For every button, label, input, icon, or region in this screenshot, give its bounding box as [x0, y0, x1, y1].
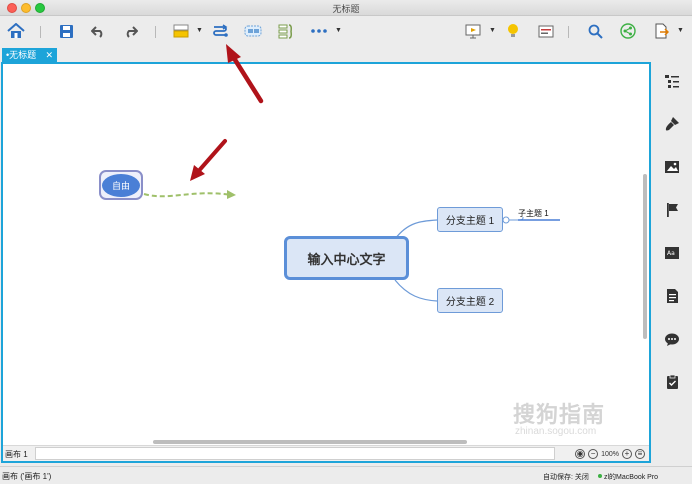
zoom-in-icon[interactable]: +: [622, 449, 632, 459]
topic-style-icon[interactable]: [171, 21, 191, 41]
floating-topic[interactable]: 自由: [99, 170, 143, 200]
sheet-tab-strip[interactable]: [35, 447, 555, 460]
search-icon[interactable]: [585, 21, 605, 41]
app-window: 无标题 ▼ ▼ ▼ ▼ •无标题 ✕ 输入中心文字 分支主题 1 分支主题 2 …: [0, 0, 692, 484]
tab-document[interactable]: •无标题 ✕: [2, 48, 57, 62]
tab-label: •无标题: [6, 50, 37, 60]
subtopic-1[interactable]: 子主题 1: [518, 207, 562, 219]
sheet-bar: 画布 1 ◉ − 100% + ≡: [3, 445, 649, 461]
save-icon[interactable]: [56, 21, 76, 41]
zoom-controls: ◉ − 100% + ≡: [575, 448, 645, 460]
branch-connector: [394, 279, 438, 302]
image-icon[interactable]: [663, 158, 681, 176]
more-icon[interactable]: [309, 21, 329, 41]
online-status-icon: [598, 474, 602, 478]
annotation-arrow-shaft: [194, 139, 227, 176]
zoom-level[interactable]: 100%: [601, 451, 619, 458]
status-bar: 画布 ('画布 1') 自动保存: 关闭 zl的MacBook Pro: [0, 466, 692, 484]
toolbar-separator: [40, 26, 41, 38]
redo-icon[interactable]: [121, 21, 141, 41]
mindmap-canvas[interactable]: 输入中心文字 分支主题 1 分支主题 2 子主题 1 自由 搜狗指南 zhina…: [3, 64, 649, 444]
main-topic-1[interactable]: 分支主题 1: [437, 207, 503, 232]
outline-panel-icon[interactable]: [663, 72, 681, 90]
zoom-out-icon[interactable]: −: [588, 449, 599, 459]
relationship-arrowhead: [227, 190, 236, 199]
toolbar-separator: [568, 26, 569, 38]
format-brush-icon[interactable]: [663, 115, 681, 133]
idea-icon[interactable]: [503, 21, 523, 41]
annotation-arrow-head: [226, 44, 241, 63]
fit-view-icon[interactable]: ◉: [575, 449, 586, 459]
collapse-handle[interactable]: [502, 216, 510, 224]
undo-icon[interactable]: [88, 21, 108, 41]
relationship-line[interactable]: [143, 192, 232, 198]
floating-topic-label: 自由: [102, 173, 140, 197]
text-style-icon[interactable]: Aa: [663, 244, 681, 262]
canvas-frame: 输入中心文字 分支主题 1 分支主题 2 子主题 1 自由 搜狗指南 zhina…: [1, 62, 651, 463]
notes-icon[interactable]: [663, 287, 681, 305]
toolbar: ▼ ▼ ▼ ▼: [0, 16, 692, 46]
relationship-icon[interactable]: [210, 21, 230, 41]
status-autosave[interactable]: 自动保存: 关闭: [543, 472, 589, 482]
presentation-dropdown-icon[interactable]: ▼: [489, 27, 496, 34]
share-icon[interactable]: [618, 21, 638, 41]
topic-style-dropdown-icon[interactable]: ▼: [196, 27, 203, 34]
watermark-logo: 搜狗指南: [513, 402, 606, 427]
sheet-tab[interactable]: 画布 1: [5, 449, 28, 460]
export-icon[interactable]: [651, 21, 671, 41]
home-icon[interactable]: [6, 21, 26, 41]
presentation-icon[interactable]: [463, 21, 483, 41]
svg-text:Aa: Aa: [667, 250, 675, 257]
marker-flag-icon[interactable]: [663, 201, 681, 219]
toolbar-separator: [155, 26, 156, 38]
main-topic-2[interactable]: 分支主题 2: [437, 288, 503, 313]
task-icon[interactable]: [663, 373, 681, 391]
boundary-icon[interactable]: [243, 21, 263, 41]
vertical-scrollbar[interactable]: [643, 174, 647, 339]
horizontal-scrollbar[interactable]: [153, 440, 467, 444]
more-dropdown-icon[interactable]: ▼: [335, 27, 342, 34]
summary-icon[interactable]: [276, 21, 296, 41]
status-sheet-info: 画布 ('画布 1'): [2, 472, 52, 481]
status-user: zl的MacBook Pro: [604, 474, 659, 481]
window-title: 无标题: [332, 4, 360, 14]
outline-icon[interactable]: [536, 21, 556, 41]
central-topic[interactable]: 输入中心文字: [284, 236, 409, 280]
comment-icon[interactable]: [663, 330, 681, 348]
export-dropdown-icon[interactable]: ▼: [677, 27, 684, 34]
layout-toggle-icon[interactable]: ≡: [635, 449, 645, 459]
title-bar: 无标题: [0, 0, 692, 16]
tab-close-icon[interactable]: ✕: [45, 48, 53, 62]
watermark-url: zhinan.sogou.com: [515, 426, 597, 437]
right-sidebar: Aa: [652, 62, 692, 463]
